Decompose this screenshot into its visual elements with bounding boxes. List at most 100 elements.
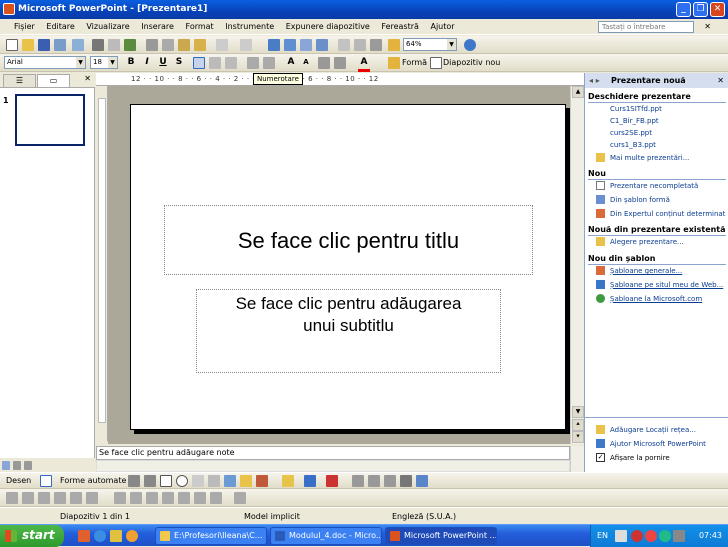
arrow-icon[interactable] xyxy=(144,475,156,487)
media-player-icon[interactable] xyxy=(126,530,138,542)
insert-chart-icon[interactable] xyxy=(268,39,280,51)
language-indicator[interactable]: EN xyxy=(597,525,608,547)
decrease-indent-icon[interactable] xyxy=(318,57,330,69)
web-templates-link[interactable]: Șabloane pe situl meu de Web... xyxy=(610,280,723,290)
oval-icon[interactable] xyxy=(176,475,188,487)
flip-icon[interactable] xyxy=(146,492,158,504)
paste-icon[interactable] xyxy=(178,39,190,51)
subtitle-placeholder[interactable]: Se face clic pentru adăugarea unui subti… xyxy=(196,289,501,373)
insert-hyperlink-icon[interactable] xyxy=(316,39,328,51)
rectangle-icon[interactable] xyxy=(160,475,172,487)
close-pane-icon[interactable]: ✕ xyxy=(84,74,91,83)
3d-style-icon[interactable] xyxy=(416,475,428,487)
notes-scrollbar[interactable] xyxy=(570,446,584,472)
show-formatting-icon[interactable] xyxy=(354,39,366,51)
folder-icon[interactable] xyxy=(110,530,122,542)
tables-borders-icon[interactable] xyxy=(300,39,312,51)
font-select[interactable]: Arial ▼ xyxy=(4,56,86,69)
bold-button[interactable]: B xyxy=(125,56,137,69)
vertical-text-icon[interactable] xyxy=(208,475,220,487)
recent-file-3[interactable]: curs2SE.ppt xyxy=(610,128,652,138)
tray-app-icon[interactable] xyxy=(631,530,643,542)
line-style-icon[interactable] xyxy=(352,475,364,487)
format-painter-icon[interactable] xyxy=(194,39,206,51)
chevron-down-icon[interactable]: ▼ xyxy=(108,57,117,68)
maximize-button[interactable]: ❐ xyxy=(693,2,708,17)
increase-font-size-icon[interactable]: A xyxy=(285,56,297,69)
diagram-icon[interactable] xyxy=(240,475,252,487)
chevron-down-icon[interactable]: ▼ xyxy=(447,39,456,50)
microsoft-templates-link[interactable]: Șabloane la Microsoft.com xyxy=(610,294,702,304)
dash-style-icon[interactable] xyxy=(368,475,380,487)
insert-table-icon[interactable] xyxy=(284,39,296,51)
back-forward-icon[interactable]: ◂ ▸ xyxy=(589,73,600,88)
clip-art-icon[interactable] xyxy=(256,475,268,487)
more-presentations-link[interactable]: Mai multe prezentări... xyxy=(610,153,689,163)
menu-window[interactable]: Fereastră xyxy=(381,22,419,31)
italic-button[interactable]: I xyxy=(141,56,153,69)
line-color-icon[interactable] xyxy=(304,475,316,487)
expand-all-icon[interactable] xyxy=(338,39,350,51)
network-icon[interactable] xyxy=(659,530,671,542)
menu-file[interactable]: Fișier xyxy=(14,22,35,31)
wordart-icon[interactable] xyxy=(224,475,236,487)
regroup-icon[interactable] xyxy=(38,492,50,504)
recent-file-1[interactable]: Curs1SITfd.ppt xyxy=(610,104,662,114)
format-object-icon[interactable] xyxy=(210,492,222,504)
shadow-button[interactable]: S xyxy=(173,56,185,69)
menu-view[interactable]: Vizualizare xyxy=(86,22,129,31)
font-color-icon[interactable]: A xyxy=(358,56,370,72)
fill-color-icon[interactable] xyxy=(282,475,294,487)
distribute-icon[interactable] xyxy=(130,492,142,504)
previous-slide-icon[interactable]: ⯅ xyxy=(572,419,584,431)
slide-thumbnail[interactable] xyxy=(15,94,85,146)
new-slide-button[interactable]: Diapozitiv nou xyxy=(443,56,500,69)
permission-icon[interactable] xyxy=(54,39,66,51)
show-grid-icon[interactable] xyxy=(370,39,382,51)
new-slide-icon[interactable] xyxy=(430,57,442,69)
bring-forward-icon[interactable] xyxy=(54,492,66,504)
minimize-button[interactable]: _ xyxy=(676,2,691,17)
color-grayscale-icon[interactable] xyxy=(388,39,400,51)
increase-indent-icon[interactable] xyxy=(334,57,346,69)
align-left-icon[interactable] xyxy=(193,57,205,69)
underline-button[interactable]: U xyxy=(157,56,169,69)
volume-icon[interactable] xyxy=(673,530,685,542)
font-color-icon[interactable] xyxy=(326,475,338,487)
decrease-font-size-icon[interactable]: A xyxy=(300,56,312,69)
recent-file-4[interactable]: curs1_B3.ppt xyxy=(610,140,656,150)
recent-file-2[interactable]: C1_Bir_FB.ppt xyxy=(610,116,659,126)
help-icon[interactable] xyxy=(464,39,476,51)
slideshow-icon[interactable] xyxy=(24,461,32,470)
menu-help[interactable]: Ajutor xyxy=(430,22,454,31)
browser-icon[interactable] xyxy=(94,530,106,542)
redo-icon[interactable] xyxy=(240,39,252,51)
taskbar-powerpoint[interactable]: Microsoft PowerPoint ... xyxy=(385,527,497,545)
snap-icon[interactable] xyxy=(194,492,206,504)
slide-sorter-icon[interactable] xyxy=(13,461,21,470)
select-objects-icon[interactable] xyxy=(40,475,52,487)
print-icon[interactable] xyxy=(92,39,104,51)
spelling-icon[interactable] xyxy=(124,39,136,51)
tab-outline[interactable]: ☰ xyxy=(3,74,36,87)
copy-icon[interactable] xyxy=(162,39,174,51)
cut-icon[interactable] xyxy=(146,39,158,51)
ask-question-input[interactable]: Tastați o întrebare xyxy=(598,21,694,33)
tab-slides[interactable]: ▭ xyxy=(37,74,70,87)
align-icon[interactable] xyxy=(114,492,126,504)
powerpoint-app-icon[interactable] xyxy=(3,3,15,15)
slide-canvas[interactable]: Se face clic pentru titlu Se face clic p… xyxy=(130,104,566,430)
open-icon[interactable] xyxy=(22,39,34,51)
next-slide-icon[interactable]: ⯆ xyxy=(572,431,584,443)
ungroup-icon[interactable] xyxy=(22,492,34,504)
horizontal-scrollbar[interactable] xyxy=(96,460,570,472)
group-icon[interactable] xyxy=(6,492,18,504)
menu-edit[interactable]: Editare xyxy=(46,22,74,31)
draw-menu[interactable]: Desen xyxy=(6,474,31,487)
title-placeholder[interactable]: Se face clic pentru titlu xyxy=(164,205,533,275)
edit-points-icon[interactable] xyxy=(162,492,174,504)
antivirus-icon[interactable] xyxy=(645,530,657,542)
taskbar-word[interactable]: Modulul_4.doc - Micro... xyxy=(270,527,382,545)
font-size-select[interactable]: 18 ▼ xyxy=(90,56,118,69)
menu-tools[interactable]: Instrumente xyxy=(225,22,274,31)
